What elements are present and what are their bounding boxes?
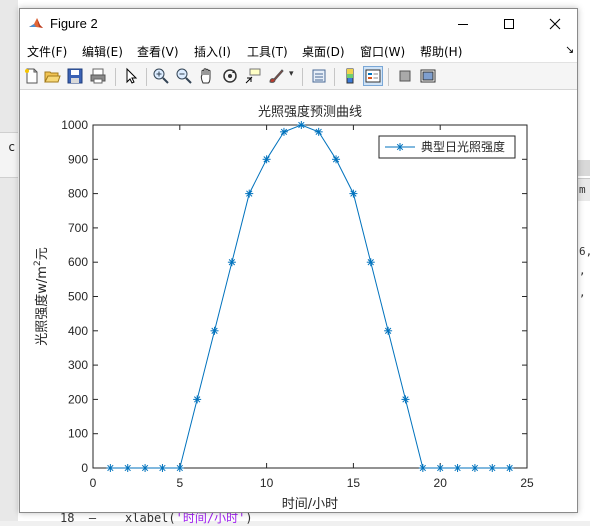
menu-bar: 文件(F) 编辑(E) 查看(V) 插入(I) 工具(T) 桌面(D) 窗口(W… [20,39,577,61]
right-panel-text: , [579,286,586,299]
data-cursor-icon[interactable] [244,67,262,85]
legend-label: 典型日光照强度 [421,139,505,154]
right-panel-text: 6, [579,245,590,258]
y-tick-label: 500 [68,290,88,304]
zoom-in-icon[interactable] [152,67,170,85]
chart-title: 光照强度预测曲线 [258,104,362,120]
data-point [193,395,202,404]
brush-dropdown-icon[interactable]: ▾ [289,69,294,79]
y-tick-label: 600 [68,255,88,269]
show-plot-tools-icon[interactable] [419,67,437,85]
x-tick-label: 10 [260,476,274,490]
right-panel-header [578,160,590,176]
menu-dock-arrow-icon[interactable]: ↘ [565,43,574,56]
figure-window: Figure 2 文件(F) 编辑(E) 查看(V) 插入(I) 工具(T) 桌… [19,8,578,513]
y-tick-label: 300 [68,358,88,372]
figure-canvas[interactable]: 0 5 10 15 20 25 0 100 200 300 400 500 600 700 800 900 10… [20,90,577,512]
close-button[interactable] [532,9,578,39]
window-title: Figure 2 [50,16,98,31]
new-figure-icon[interactable] [23,67,41,85]
pointer-icon[interactable] [122,67,140,85]
x-tick-label: 0 [90,476,97,490]
link-plot-icon[interactable] [310,67,328,85]
y-tick-label: 1000 [61,118,88,132]
maximize-button[interactable] [486,9,532,39]
code-func: xlabel( [125,511,176,525]
data-point [470,464,479,472]
colorbar-icon[interactable] [341,67,359,85]
y-tick-label: 100 [68,427,88,441]
y-tick-label: 900 [68,152,88,166]
brush-icon[interactable] [267,67,285,85]
x-tick-label: 25 [520,476,534,490]
right-panel-text: , [579,264,586,277]
code-string: '时间/小时' [175,511,246,525]
save-icon[interactable] [66,67,84,85]
code-end: ) [245,511,253,525]
matlab-logo-icon [28,15,44,31]
y-axis-label: 光照强度w/m2元 [33,247,50,345]
minimize-icon [458,24,468,25]
toolbar-separator [115,68,116,86]
data-point [488,464,497,472]
menu-file[interactable]: 文件(F) [27,43,67,60]
x-tick-label: 20 [434,476,448,490]
menu-help[interactable]: 帮助(H) [420,43,462,60]
data-point [210,326,219,335]
x-tick-label: 15 [347,476,361,490]
menu-desktop[interactable]: 桌面(D) [302,43,345,60]
data-point [158,464,167,472]
data-point [401,395,410,404]
rotate-3d-icon[interactable] [221,67,239,85]
y-tick-label: 200 [68,392,88,406]
x-axis-label: 时间/小时 [282,497,338,512]
left-panel-edge [0,0,18,521]
data-point [106,464,115,472]
maximize-icon [504,19,514,29]
menu-window[interactable]: 窗口(W) [360,43,405,60]
data-point [175,464,184,472]
line-number: 18 [60,511,75,525]
data-point [366,258,375,267]
menu-view[interactable]: 查看(V) [137,43,179,60]
data-point [453,464,462,472]
toolbar-separator [146,68,147,86]
y-axis-label-main: 光照强度w/m [34,266,50,346]
hide-plot-tools-icon[interactable] [396,67,414,85]
toolbar-separator [334,68,335,86]
minimize-button[interactable] [440,9,486,39]
data-point [384,326,393,335]
line-dash: — [88,511,97,525]
title-bar[interactable]: Figure 2 [20,9,577,39]
menu-edit[interactable]: 编辑(E) [82,43,123,60]
close-icon [549,18,561,30]
x-tick-label: 5 [176,476,183,490]
plot-axes[interactable]: 0 5 10 15 20 25 0 100 200 300 400 500 600 700 800 900 10… [20,90,577,512]
left-panel-item[interactable] [0,132,18,178]
data-point [436,464,445,472]
left-panel-text: c [8,140,16,154]
y-axis-label-suffix: 元 [35,247,50,260]
menu-tools[interactable]: 工具(T) [247,43,288,60]
y-tick-label: 0 [81,461,88,475]
pan-icon[interactable] [198,67,216,85]
axes-box [92,124,528,469]
toolbar-separator [302,68,303,86]
open-file-icon[interactable] [43,67,61,85]
print-icon[interactable] [89,67,107,85]
y-tick-label: 800 [68,187,88,201]
y-tick-label: 400 [68,324,88,338]
legend-icon[interactable] [363,66,383,86]
figure-toolbar: ▾ [20,62,577,90]
zoom-out-icon[interactable] [175,67,193,85]
right-panel-edge [578,0,590,521]
toolbar-separator [388,68,389,86]
right-panel-text: m [579,183,586,196]
data-point [418,464,427,472]
data-point [505,464,514,472]
y-tick-label: 700 [68,221,88,235]
menu-insert[interactable]: 插入(I) [194,43,231,60]
